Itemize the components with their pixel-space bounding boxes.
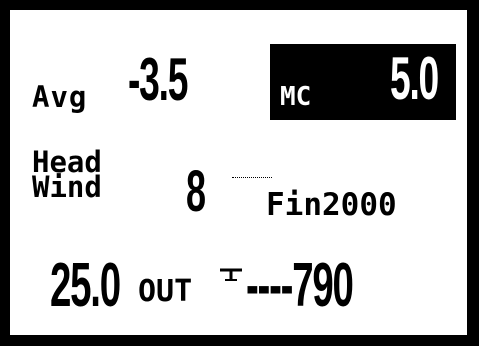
- distance-value: 25.0: [50, 251, 121, 320]
- altitude-value: ----790: [246, 251, 354, 320]
- avg-value: -3.5: [128, 46, 188, 113]
- avg-label: Avg: [32, 80, 88, 114]
- headwind-value: 8: [186, 159, 206, 224]
- altitude-arrow-icon: [220, 268, 242, 281]
- instrument-display: Avg -3.5 MC 5.0 Head Wind 8 Fin2000 25.0…: [10, 10, 467, 335]
- mc-box: MC 5.0: [270, 44, 456, 120]
- mc-value: 5.0: [390, 45, 439, 112]
- distance-label: OUT: [138, 274, 193, 309]
- dotted-divider: [232, 177, 272, 178]
- final-glide-label: Fin2000: [266, 187, 397, 223]
- headwind-label: Head Wind: [32, 148, 102, 204]
- mc-label: MC: [280, 82, 312, 112]
- headwind-label-line2: Wind: [32, 170, 102, 204]
